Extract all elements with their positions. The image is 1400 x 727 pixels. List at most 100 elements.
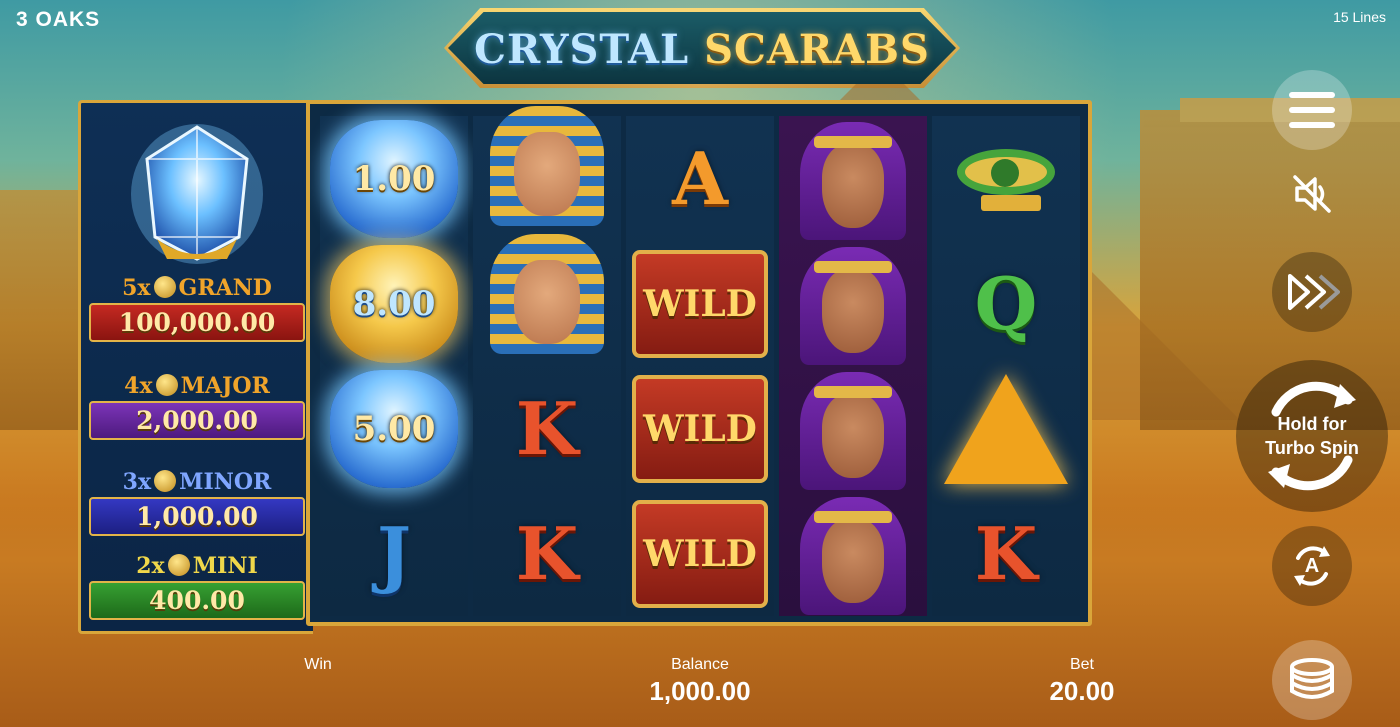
bet-settings-button[interactable]	[1272, 640, 1352, 720]
hamburger-icon	[1289, 122, 1335, 128]
j-symbol: J	[376, 511, 412, 596]
logo-title: CRYSTAL SCARABS	[448, 26, 956, 73]
jackpot-grand-name: GRAND	[178, 275, 272, 301]
jackpot-major: 4x MAJOR 2,000.00	[81, 373, 313, 440]
logo-word-scarabs: SCARABS	[704, 26, 930, 73]
speaker-muted-icon	[1293, 175, 1331, 213]
reel-cell	[932, 116, 1080, 241]
jackpot-mini: 2x MINI 400.00	[81, 553, 313, 620]
reel-cell: 1.00	[320, 116, 468, 241]
quick-spin-button[interactable]	[1272, 252, 1352, 332]
coin-stack-icon	[1290, 658, 1334, 699]
jackpot-mini-name: MINI	[192, 553, 258, 579]
balance-value: 1,000.00	[649, 676, 751, 706]
spin-button[interactable]: Hold for Turbo Spin	[1236, 360, 1388, 512]
wild-symbol: WILD	[632, 374, 768, 483]
reel-cell: WILD	[626, 241, 774, 366]
reel-1: 1.00 8.00 5.00 J	[320, 116, 468, 616]
queen-symbol	[792, 495, 914, 615]
spin-label-line2: Turbo Spin	[1265, 438, 1359, 458]
reel-cell	[473, 230, 621, 355]
scarab-value: 1.00	[352, 158, 436, 199]
blue-scarab-symbol: 5.00	[330, 369, 458, 488]
reel-cell: 5.00	[320, 366, 468, 491]
reel-cell: WILD	[626, 366, 774, 491]
autoplay-button[interactable]: A	[1272, 526, 1352, 606]
jackpot-minor-multiplier: 3x	[122, 469, 152, 495]
wild-symbol: WILD	[632, 499, 768, 608]
reel-cell	[779, 491, 927, 616]
crystal-scarab-icon	[127, 119, 267, 269]
scarab-coin-icon	[167, 554, 190, 576]
hamburger-icon	[1289, 107, 1335, 113]
jackpot-major-name: MAJOR	[180, 373, 270, 399]
blue-scarab-symbol: 1.00	[330, 119, 458, 238]
logo-word-crystal: CRYSTAL	[474, 26, 690, 73]
spin-label: Hold for Turbo Spin	[1265, 412, 1359, 460]
menu-button[interactable]	[1272, 70, 1352, 150]
q-symbol: Q	[974, 261, 1038, 346]
balance-label: Balance	[671, 656, 729, 673]
reel-cell	[932, 366, 1080, 491]
jackpot-mini-value: 400.00	[89, 581, 305, 620]
jackpot-minor-label: 3x MINOR	[81, 469, 313, 495]
reel-cell: K	[473, 366, 621, 491]
pharaoh-symbol	[486, 233, 608, 354]
jackpot-mini-label: 2x MINI	[81, 553, 313, 579]
queen-symbol	[792, 120, 914, 240]
k-symbol: K	[974, 511, 1038, 596]
hamburger-icon	[1289, 92, 1335, 98]
queen-symbol	[792, 245, 914, 365]
reel-cell: J	[320, 491, 468, 616]
reel-cell	[473, 102, 621, 227]
pyramid-gem-symbol	[944, 373, 1068, 484]
reel-cell	[779, 116, 927, 241]
fast-forward-icon	[1288, 274, 1340, 310]
scarab-value: 5.00	[352, 408, 436, 449]
spin-label-line1: Hold for	[1277, 414, 1347, 434]
jackpot-major-label: 4x MAJOR	[81, 373, 313, 399]
jackpot-major-value: 2,000.00	[89, 401, 305, 440]
reel-cell: K	[473, 491, 621, 616]
reel-grid: 1.00 8.00 5.00 J K K A WILD WILD WILD Q …	[306, 100, 1092, 626]
bet-value[interactable]: 20.00	[1022, 676, 1142, 707]
paylines-label: 15 Lines	[1333, 9, 1386, 25]
scarab-coin-icon	[153, 276, 176, 298]
jackpot-mini-multiplier: 2x	[136, 553, 165, 579]
jackpot-grand: 5x GRAND 100,000.00	[81, 275, 313, 342]
k-symbol: K	[515, 386, 579, 471]
jackpot-panel: 5x GRAND 100,000.00 4x MAJOR 2,000.00 3x MI…	[78, 100, 313, 634]
mute-button[interactable]	[1282, 164, 1342, 224]
reel-4	[779, 116, 927, 616]
reel-2: K K	[473, 105, 621, 616]
game-logo: CRYSTAL SCARABS	[444, 8, 960, 88]
eye-of-horus-symbol	[951, 129, 1061, 229]
provider-logo: 3 OAKS	[16, 8, 101, 31]
reel-cell: A	[626, 116, 774, 241]
reel-cell: WILD	[626, 491, 774, 616]
reel-cell: Q	[932, 241, 1080, 366]
jackpot-minor: 3x MINOR 1,000.00	[81, 469, 313, 536]
autoplay-label: A	[1304, 554, 1320, 577]
scarab-coin-icon	[155, 374, 178, 396]
wild-symbol: WILD	[632, 249, 768, 358]
scarab-coin-icon	[154, 470, 177, 492]
gold-scarab-symbol: 8.00	[330, 244, 458, 363]
jackpot-grand-label: 5x GRAND	[81, 275, 313, 301]
k-symbol: K	[515, 511, 579, 596]
win-label: Win	[304, 656, 332, 673]
reel-cell: 8.00	[320, 241, 468, 366]
reel-cell	[779, 241, 927, 366]
jackpot-grand-multiplier: 5x	[122, 275, 151, 301]
reel-3: A WILD WILD WILD	[626, 116, 774, 616]
jackpot-grand-value: 100,000.00	[89, 303, 305, 342]
reel-cell: K	[932, 491, 1080, 616]
scarab-value: 8.00	[352, 283, 436, 324]
jackpot-major-multiplier: 4x	[124, 373, 153, 399]
jackpot-minor-name: MINOR	[179, 469, 272, 495]
jackpot-minor-value: 1,000.00	[89, 497, 305, 536]
bet-label: Bet	[1069, 656, 1094, 673]
reel-5: Q K	[932, 116, 1080, 616]
reel-cell	[779, 366, 927, 491]
pharaoh-symbol	[486, 105, 608, 226]
